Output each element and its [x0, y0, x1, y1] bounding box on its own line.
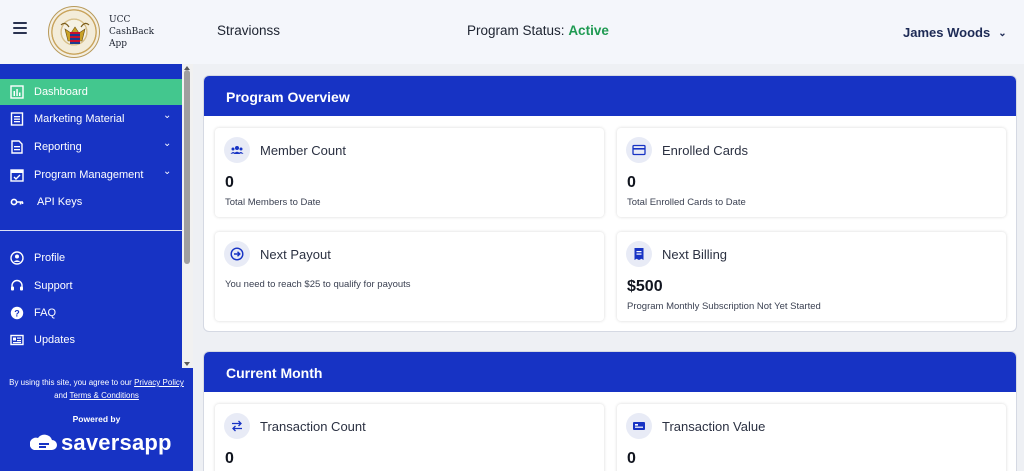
sidebar-item-marketing-material[interactable]: Marketing Material ⌄ — [0, 106, 182, 132]
card-value: $500 — [627, 278, 663, 295]
card-value: 0 — [225, 174, 234, 191]
program-status: Program Status: Active — [467, 23, 609, 38]
sidebar-item-label: Marketing Material — [34, 113, 125, 125]
user-menu[interactable]: James Woods ⌄ — [903, 25, 1007, 40]
status-value: Active — [568, 23, 609, 38]
brand-name: saversapp — [61, 430, 172, 455]
credit-card-icon — [626, 137, 652, 163]
menu-icon[interactable] — [13, 22, 27, 36]
report-icon — [11, 140, 23, 154]
sidebar-item-label: Reporting — [34, 141, 82, 153]
chevron-down-icon: ⌄ — [998, 28, 1007, 39]
program-overview-panel: Program Overview Member Count 0 Total Me… — [203, 75, 1017, 332]
card-subtitle: Total Members to Date — [225, 197, 321, 208]
sidebar-item-profile[interactable]: Profile — [0, 245, 182, 271]
chevron-down-icon: ⌄ — [163, 110, 172, 121]
panel-header: Current Month — [204, 352, 1016, 392]
sidebar-item-label: Program Management — [34, 169, 144, 181]
sidebar-footer: By using this site, you agree to our Pri… — [0, 368, 193, 471]
card-title: Next Payout — [260, 247, 331, 262]
saversapp-logo[interactable]: saversapp — [30, 430, 172, 458]
newspaper-icon — [10, 334, 24, 346]
users-icon — [224, 137, 250, 163]
legal-and-text: and — [54, 391, 68, 400]
sidebar-item-label: FAQ — [34, 307, 57, 319]
card-value: 0 — [225, 450, 234, 467]
sidebar-item-label: API Keys — [37, 196, 83, 208]
headset-icon — [11, 279, 23, 291]
scrollbar-thumb[interactable] — [184, 70, 190, 264]
sidebar-item-updates[interactable]: Updates — [0, 327, 182, 353]
sidebar-item-support[interactable]: Support — [0, 273, 182, 299]
card-title: Enrolled Cards — [662, 143, 748, 158]
chart-bar-icon — [10, 85, 24, 99]
sidebar-nav: Dashboard Marketing Material ⌄ Reporting… — [0, 64, 182, 368]
scroll-down-arrow-icon[interactable] — [184, 362, 190, 366]
transaction-count-card: Transaction Count 0 — [215, 404, 604, 471]
card-title: Transaction Count — [260, 419, 366, 434]
card-title: Member Count — [260, 143, 346, 158]
sidebar-item-api-keys[interactable]: API Keys — [0, 189, 182, 215]
document-list-icon — [10, 112, 24, 126]
transfer-arrows-icon — [224, 413, 250, 439]
enrolled-cards-card: Enrolled Cards 0 Total Enrolled Cards to… — [617, 128, 1006, 217]
sidebar-item-label: Dashboard — [34, 86, 88, 98]
status-label: Program Status: — [467, 23, 565, 38]
card-subtitle: Program Monthly Subscription Not Yet Sta… — [627, 301, 821, 312]
calendar-check-icon — [10, 169, 24, 182]
svg-text:?: ? — [14, 309, 20, 319]
sidebar-item-label: Profile — [34, 252, 66, 264]
sidebar-item-faq[interactable]: ? FAQ — [0, 300, 182, 326]
sidebar-divider — [0, 230, 182, 231]
member-count-card: Member Count 0 Total Members to Date — [215, 128, 604, 217]
saversapp-cloud-icon — [30, 434, 57, 450]
sidebar-item-reporting[interactable]: Reporting ⌄ — [0, 134, 182, 160]
transaction-value-card: Transaction Value 0 — [617, 404, 1006, 471]
legal-text: By using this site, you agree to our — [9, 378, 132, 387]
money-card-icon — [626, 413, 652, 439]
card-subtitle: Total Enrolled Cards to Date — [627, 197, 746, 208]
program-name: Stravionss — [217, 23, 281, 38]
top-header: UCC CashBack App Stravionss Program Stat… — [0, 0, 1024, 64]
legal-notice: By using this site, you agree to our Pri… — [4, 376, 189, 402]
terms-link[interactable]: Terms & Conditions — [70, 391, 139, 400]
user-circle-icon — [10, 251, 24, 265]
card-value: 0 — [627, 450, 636, 467]
panel-title: Current Month — [226, 365, 323, 381]
sidebar: Dashboard Marketing Material ⌄ Reporting… — [0, 64, 193, 471]
panel-title: Program Overview — [226, 89, 350, 105]
card-value: 0 — [627, 174, 636, 191]
user-name: James Woods — [903, 25, 991, 40]
arrow-right-circle-icon — [224, 241, 250, 267]
chevron-down-icon: ⌄ — [163, 166, 172, 177]
question-icon: ? — [10, 306, 24, 320]
brand-line-3: App — [109, 39, 128, 49]
sidebar-item-label: Updates — [34, 334, 75, 346]
brand-line-2: CashBack — [109, 27, 155, 37]
card-title: Next Billing — [662, 247, 728, 262]
app-brand-text: UCC CashBack App — [109, 14, 154, 50]
privacy-policy-link[interactable]: Privacy Policy — [134, 378, 184, 387]
next-payout-card: Next Payout You need to reach $25 to qua… — [215, 232, 604, 321]
powered-by-label: Powered by — [72, 414, 121, 424]
next-billing-card: Next Billing $500 Program Monthly Subscr… — [617, 232, 1006, 321]
sidebar-item-dashboard[interactable]: Dashboard — [0, 79, 182, 105]
card-title: Transaction Value — [662, 419, 766, 434]
invoice-icon — [626, 241, 652, 267]
sidebar-item-program-management[interactable]: Program Management ⌄ — [0, 162, 182, 188]
chevron-down-icon: ⌄ — [163, 138, 172, 149]
panel-header: Program Overview — [204, 76, 1016, 116]
key-icon — [10, 198, 24, 206]
brand-line-1: UCC — [109, 15, 131, 25]
sidebar-item-label: Support — [34, 280, 73, 292]
sidebar-scrollbar[interactable] — [182, 64, 193, 368]
current-month-panel: Current Month Transaction Count 0 Transa… — [203, 351, 1017, 471]
card-note: You need to reach $25 to qualify for pay… — [225, 279, 411, 290]
app-logo[interactable] — [48, 6, 100, 58]
